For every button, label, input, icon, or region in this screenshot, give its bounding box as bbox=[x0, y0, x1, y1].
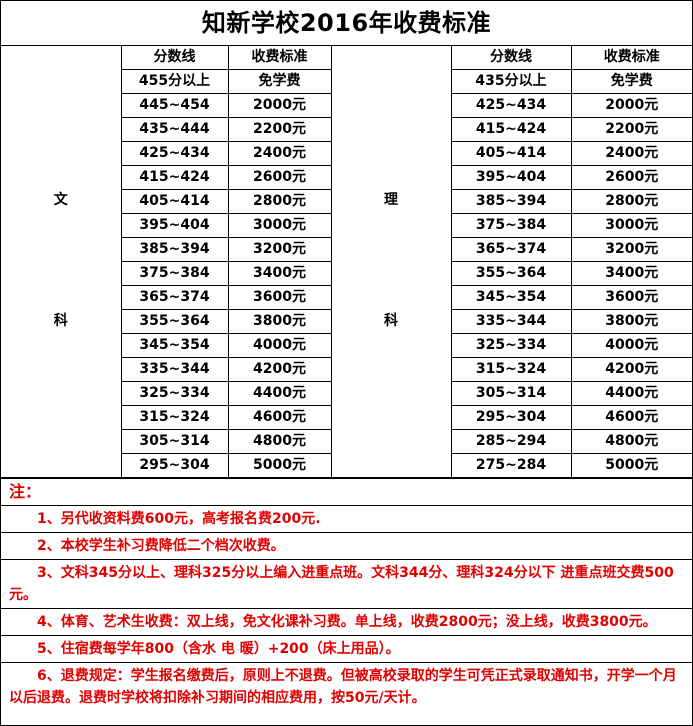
li-score-cell: 435分以上 bbox=[450, 69, 572, 94]
note-item: 6、退费规定：学生报名缴费后，原则上不退费。但被高校录取的学生可凭正式录取通知书… bbox=[1, 662, 692, 711]
li-score-cell: 345~354 bbox=[450, 285, 572, 310]
wen-score-cell: 415~424 bbox=[120, 165, 229, 190]
li-score-cell: 425~434 bbox=[450, 93, 572, 118]
wen-fee-cell: 4600元 bbox=[227, 405, 332, 430]
wen-fee-cell: 2000元 bbox=[227, 93, 332, 118]
wen-score-cell: 455分以上 bbox=[120, 69, 229, 94]
li-fee-cell: 2600元 bbox=[570, 165, 692, 190]
li-label-bottom: 科 bbox=[384, 313, 398, 329]
fee-document: 知新学校2016年收费标准 文科分数线 收费标准理科分数线 收费标准 455分以上 免学… bbox=[0, 0, 693, 726]
wen-subject-label: 文科 bbox=[1, 46, 122, 478]
wen-score-cell: 365~374 bbox=[120, 285, 229, 310]
wen-fee-cell: 2200元 bbox=[227, 117, 332, 142]
wen-score-cell: 395~404 bbox=[120, 213, 229, 238]
li-score-cell: 325~334 bbox=[450, 333, 572, 358]
wen-score-cell: 405~414 bbox=[120, 189, 229, 214]
wen-fee-cell: 3400元 bbox=[227, 261, 332, 286]
wen-fee-cell: 3200元 bbox=[227, 237, 332, 262]
fee-table: 文科分数线 收费标准理科分数线 收费标准 455分以上 免学费 435分以上 免学费 445~… bbox=[1, 46, 692, 478]
li-fee-cell: 4200元 bbox=[570, 357, 692, 382]
wen-score-cell: 445~454 bbox=[120, 93, 229, 118]
wen-label-bottom: 科 bbox=[53, 313, 68, 329]
note-item: 4、体育、艺术生收费：双上线，免文化课补习费。单上线，收费2800元；没上线，收… bbox=[1, 608, 692, 635]
wen-score-cell: 355~364 bbox=[120, 309, 229, 334]
li-score-cell: 385~394 bbox=[450, 189, 572, 214]
wen-label-top: 文 bbox=[53, 192, 68, 208]
li-fee-cell: 2400元 bbox=[570, 141, 692, 166]
li-score-cell: 335~344 bbox=[450, 309, 572, 334]
notes-heading: 注： bbox=[1, 478, 692, 505]
li-fee-cell: 3400元 bbox=[570, 261, 692, 286]
wen-score-cell: 295~304 bbox=[120, 453, 229, 478]
wen-score-cell: 315~324 bbox=[120, 405, 229, 430]
wen-fee-cell: 3600元 bbox=[227, 285, 332, 310]
li-score-cell: 395~404 bbox=[450, 165, 572, 190]
note-item: 5、住宿费每学年800（含水 电 暖）+200（床上用品）。 bbox=[1, 635, 692, 662]
li-score-cell: 365~374 bbox=[450, 237, 572, 262]
li-fee-cell: 4800元 bbox=[570, 429, 692, 454]
wen-score-header: 分数线 bbox=[120, 46, 229, 70]
wen-score-cell: 335~344 bbox=[120, 357, 229, 382]
table-header-row: 文科分数线 收费标准理科分数线 收费标准 bbox=[1, 46, 692, 478]
wen-score-cell: 435~444 bbox=[120, 117, 229, 142]
wen-score-cell: 375~384 bbox=[120, 261, 229, 286]
li-score-cell: 405~414 bbox=[450, 141, 572, 166]
li-fee-cell: 3000元 bbox=[570, 213, 692, 238]
li-fee-cell: 5000元 bbox=[570, 453, 692, 478]
wen-score-cell: 425~434 bbox=[120, 141, 229, 166]
li-score-cell: 275~284 bbox=[450, 453, 572, 478]
wen-score-cell: 385~394 bbox=[120, 237, 229, 262]
notes-section: 注： 1、另代收资料费600元，高考报名费200元. 2、本校学生补习费降低二个… bbox=[1, 478, 692, 711]
wen-fee-header: 收费标准 bbox=[227, 46, 332, 70]
wen-fee-cell: 2400元 bbox=[227, 141, 332, 166]
wen-fee-cell: 4000元 bbox=[227, 333, 332, 358]
wen-fee-cell: 2600元 bbox=[227, 165, 332, 190]
li-fee-cell: 3600元 bbox=[570, 285, 692, 310]
li-fee-cell: 3200元 bbox=[570, 237, 692, 262]
page-title: 知新学校2016年收费标准 bbox=[1, 1, 692, 46]
wen-fee-cell: 3000元 bbox=[227, 213, 332, 238]
wen-fee-cell: 5000元 bbox=[227, 453, 332, 478]
note-item: 2、本校学生补习费降低二个档次收费。 bbox=[1, 532, 692, 559]
li-label-top: 理 bbox=[384, 192, 398, 208]
wen-score-cell: 325~334 bbox=[120, 381, 229, 406]
li-score-cell: 295~304 bbox=[450, 405, 572, 430]
wen-fee-cell: 2800元 bbox=[227, 189, 332, 214]
wen-fee-cell: 3800元 bbox=[227, 309, 332, 334]
li-score-cell: 415~424 bbox=[450, 117, 572, 142]
wen-score-cell: 305~314 bbox=[120, 429, 229, 454]
note-item: 1、另代收资料费600元，高考报名费200元. bbox=[1, 505, 692, 532]
li-fee-cell: 2200元 bbox=[570, 117, 692, 142]
li-score-cell: 315~324 bbox=[450, 357, 572, 382]
wen-fee-cell: 4400元 bbox=[227, 381, 332, 406]
li-score-cell: 375~384 bbox=[450, 213, 572, 238]
li-score-cell: 285~294 bbox=[450, 429, 572, 454]
wen-fee-cell: 4800元 bbox=[227, 429, 332, 454]
wen-fee-cell: 免学费 bbox=[227, 69, 332, 94]
wen-fee-cell: 4200元 bbox=[227, 357, 332, 382]
li-fee-cell: 免学费 bbox=[570, 69, 692, 94]
li-fee-cell: 2800元 bbox=[570, 189, 692, 214]
li-fee-cell: 4400元 bbox=[570, 381, 692, 406]
li-score-cell: 355~364 bbox=[450, 261, 572, 286]
li-score-header: 分数线 bbox=[450, 46, 572, 70]
wen-score-cell: 345~354 bbox=[120, 333, 229, 358]
li-fee-header: 收费标准 bbox=[570, 46, 692, 70]
li-fee-cell: 4000元 bbox=[570, 333, 692, 358]
li-fee-cell: 4600元 bbox=[570, 405, 692, 430]
li-fee-cell: 3800元 bbox=[570, 309, 692, 334]
li-score-cell: 305~314 bbox=[450, 381, 572, 406]
li-subject-label: 理科 bbox=[330, 46, 452, 478]
note-item: 3、文科345分以上、理科325分以上编入进重点班。文科344分、理科324分以… bbox=[1, 559, 692, 608]
li-fee-cell: 2000元 bbox=[570, 93, 692, 118]
